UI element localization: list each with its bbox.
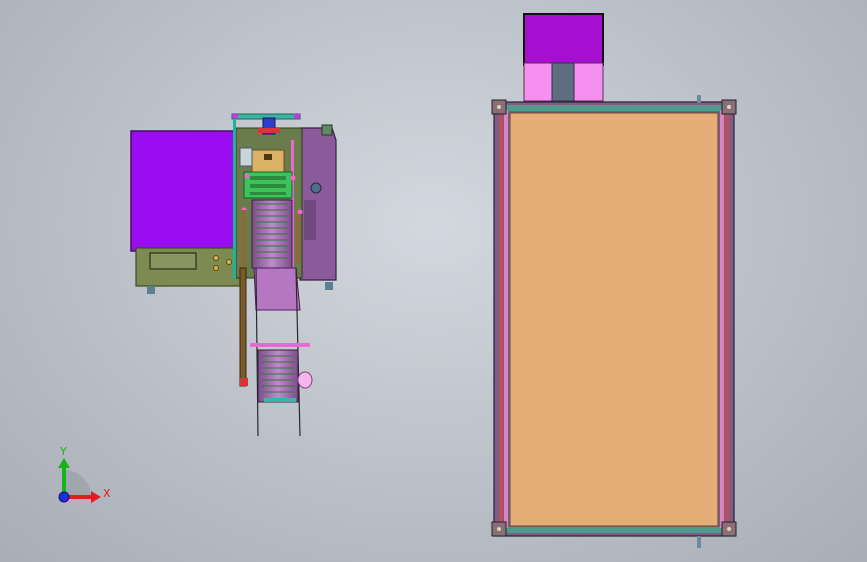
guide-rod-left (233, 119, 236, 279)
spool-crossbar (250, 343, 310, 347)
cad-viewport[interactable]: Y X (0, 0, 867, 562)
control-knob (213, 265, 219, 271)
rail-end-tab (697, 536, 701, 548)
triad-arc (64, 470, 91, 497)
spool-flange (264, 398, 296, 402)
side-block (304, 200, 316, 240)
corner-bolt (727, 527, 731, 531)
pink-pin (297, 209, 303, 215)
y-axis-label: Y (59, 445, 67, 458)
motor-shaft (551, 62, 575, 102)
corner-bolt (497, 527, 501, 531)
pink-pin (244, 173, 250, 179)
frame-rail-pink (720, 110, 724, 528)
shaft-bar (241, 210, 246, 270)
frame-rail-green (498, 527, 730, 533)
pink-pin (290, 175, 296, 181)
spool-hub (297, 371, 313, 389)
crossbar-end (232, 113, 238, 119)
drive-arm (239, 267, 247, 387)
frame-rail-green (498, 105, 730, 111)
tan-bracket (251, 149, 285, 173)
drive-block-stripe (250, 184, 286, 188)
motor-housing (523, 13, 604, 66)
red-clamp (258, 128, 280, 133)
machine-assembly[interactable] (130, 113, 337, 437)
crossbar-end (294, 113, 300, 119)
y-axis-arrowhead (58, 458, 70, 468)
table-assembly[interactable] (491, 13, 737, 548)
control-display-screen (149, 252, 197, 270)
frame-rail-red (499, 110, 503, 528)
tan-bracket-window (264, 154, 272, 160)
control-knob (226, 259, 232, 265)
corner-bolt (727, 105, 731, 109)
corner-bolt (497, 105, 501, 109)
x-axis-arrowhead (91, 491, 101, 503)
table-top-surface (509, 112, 719, 527)
tape-guide-plate (253, 267, 301, 311)
frame-rail-red (725, 110, 729, 528)
coordinate-triad: Y X (58, 445, 111, 503)
arm-end-clip (240, 378, 248, 386)
machine-foot (325, 282, 333, 290)
x-axis-label: X (103, 487, 111, 500)
machine-foot (147, 286, 155, 294)
rail-end-tab (697, 95, 701, 103)
control-knob (213, 255, 219, 261)
drive-block-stripe (250, 192, 286, 195)
drive-block-stripe (250, 176, 286, 180)
plate-bracket (321, 124, 333, 136)
purple-housing-panel (130, 130, 238, 252)
frame-rail-pink (504, 110, 508, 528)
z-axis-dot (58, 491, 70, 503)
shaft-bar (296, 214, 301, 264)
slot-block (239, 147, 253, 167)
spool-body (257, 349, 299, 403)
bearing-cap (310, 182, 322, 194)
